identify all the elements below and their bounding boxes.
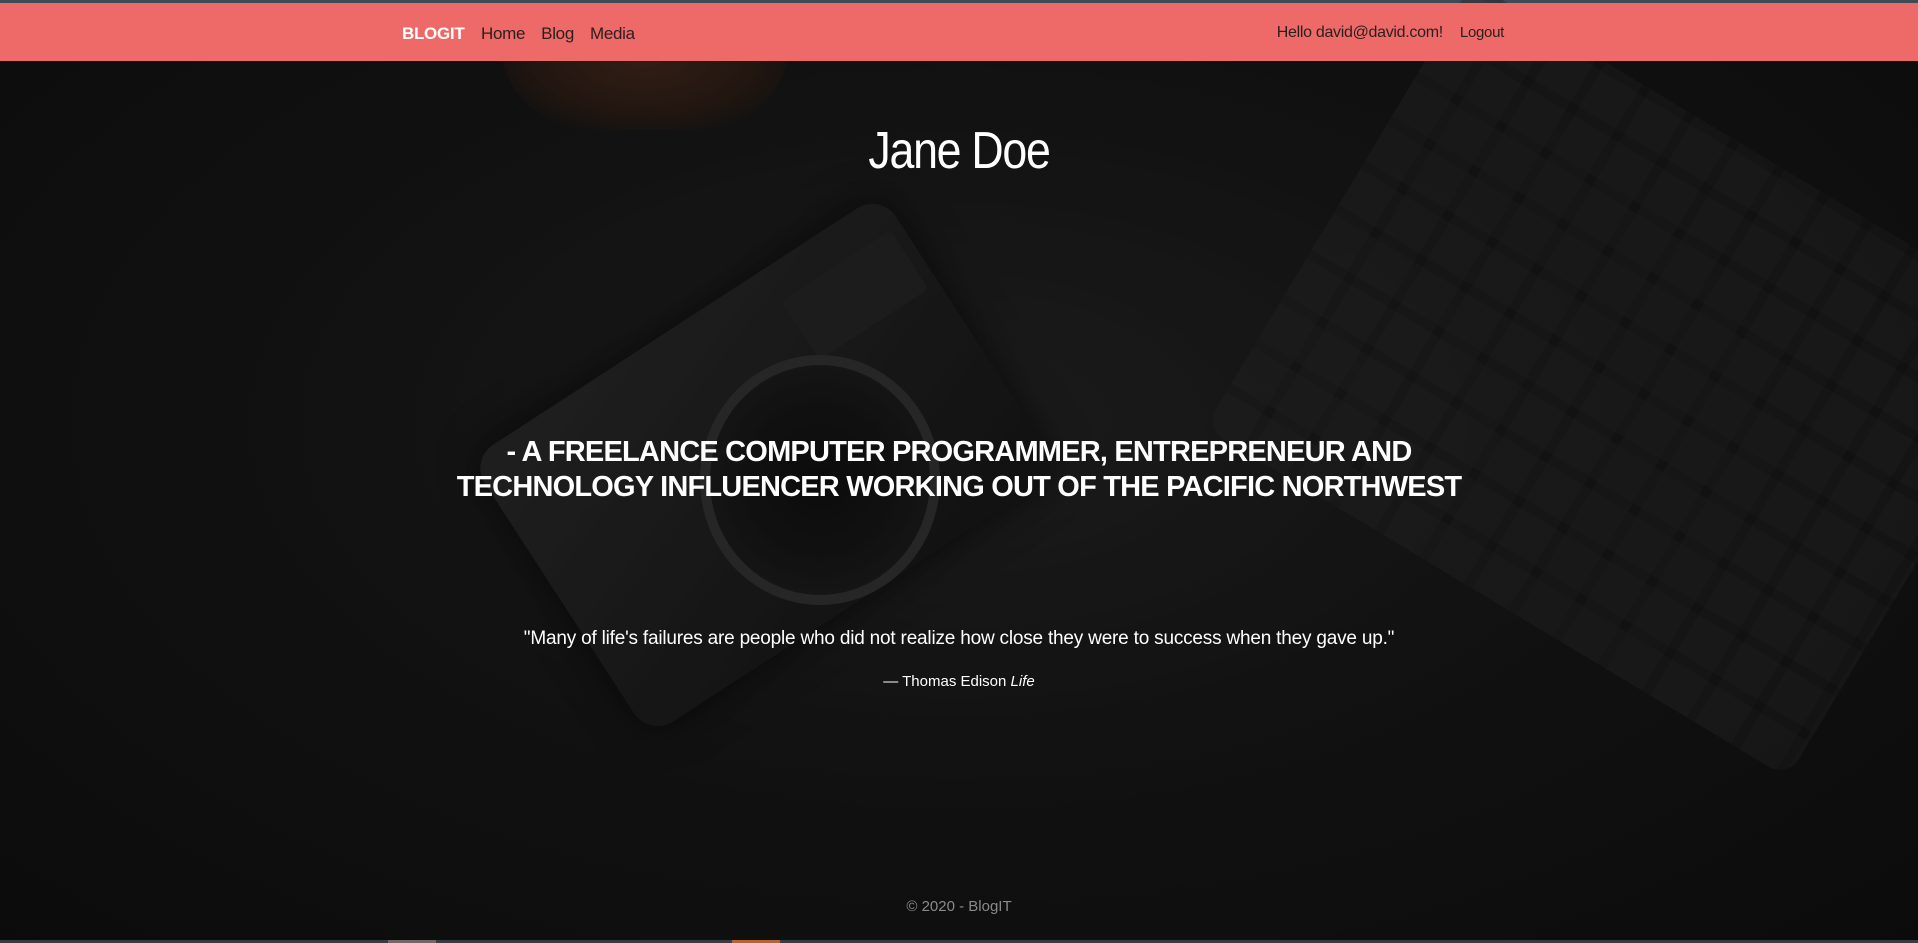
nav-user-area: Hello david@david.com! Logout bbox=[1276, 24, 1505, 42]
page-title: Jane Doe bbox=[868, 122, 1050, 180]
nav-link-home[interactable]: Home bbox=[481, 24, 525, 44]
quote-text: "Many of life's failures are people who … bbox=[523, 628, 1395, 649]
quote-author: — Thomas Edison bbox=[883, 673, 1007, 690]
user-greeting: Hello david@david.com! bbox=[1276, 24, 1443, 41]
logout-link[interactable]: Logout bbox=[1460, 24, 1504, 41]
nav-link-blog[interactable]: Blog bbox=[541, 24, 574, 44]
page: BLOGIT Home Blog Media Hello david@david… bbox=[0, 0, 1918, 943]
brand-logo[interactable]: BLOGIT bbox=[402, 24, 465, 44]
hero-tagline: - A freelance computer programmer, entre… bbox=[456, 436, 1462, 503]
hero-section: Jane Doe - A freelance computer programm… bbox=[0, 61, 1918, 943]
quote-source: Life bbox=[1010, 673, 1035, 690]
nav-link-media[interactable]: Media bbox=[590, 24, 635, 44]
navbar: BLOGIT Home Blog Media Hello david@david… bbox=[0, 3, 1918, 61]
footer-copyright: © 2020 - BlogIT bbox=[906, 898, 1012, 915]
nav-links: Home Blog Media bbox=[481, 24, 635, 44]
quote-attribution: — Thomas Edison Life bbox=[0, 673, 1918, 690]
